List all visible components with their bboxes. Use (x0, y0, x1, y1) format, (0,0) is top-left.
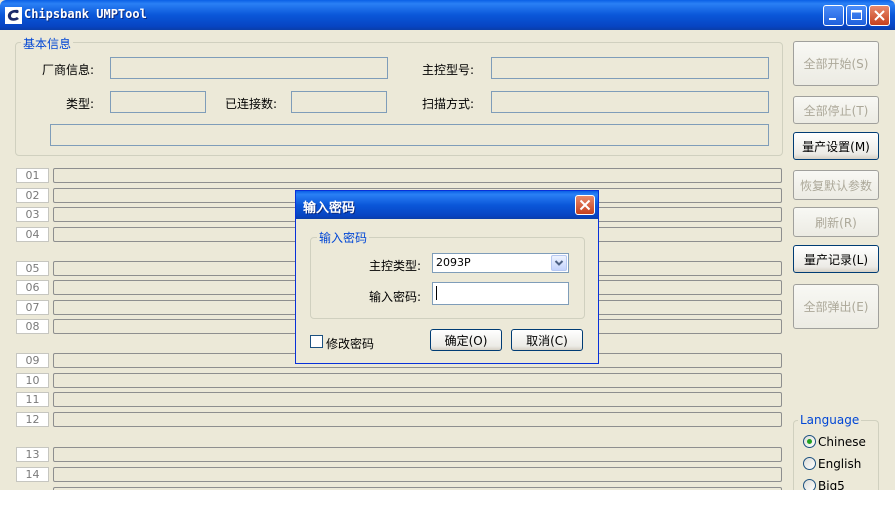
port-number: 11 (16, 392, 49, 407)
port-progress-bar (53, 487, 782, 490)
password-label: 输入密码: (369, 290, 422, 304)
password-group-legend: 输入密码 (317, 229, 370, 246)
dialog-title-bar[interactable]: 输入密码 (296, 191, 598, 219)
port-number: 03 (16, 207, 49, 222)
password-group (310, 237, 585, 319)
port-number: 08 (16, 319, 49, 334)
port-progress-bar (53, 447, 782, 462)
eject-all-button[interactable]: 全部弹出(E) (793, 284, 879, 329)
basic-info-legend: 基本信息 (21, 35, 74, 52)
port-number: 14 (16, 467, 49, 482)
text-cursor (436, 286, 437, 300)
close-icon (579, 199, 591, 211)
port-number: 06 (16, 280, 49, 295)
main-window: Chipsbank UMPTool 基本信息 厂商信息: 主控型号: 类型: 已… (0, 0, 895, 490)
controller-field (491, 57, 769, 79)
port-number: 07 (16, 300, 49, 315)
type-field (110, 91, 206, 113)
vendor-field (110, 57, 388, 79)
password-input[interactable] (432, 282, 569, 305)
maximize-button[interactable] (846, 5, 867, 26)
scan-mode-label: 扫描方式: (422, 97, 475, 111)
stop-all-button[interactable]: 全部停止(T) (793, 96, 879, 124)
controller-label: 主控型号: (422, 63, 475, 77)
port-number: 09 (16, 353, 49, 368)
mp-log-button[interactable]: 量产记录(L) (793, 245, 879, 273)
close-button[interactable] (869, 5, 890, 26)
password-dialog: 输入密码 输入密码 主控类型: 2093P 输入密码: 修改密码 确定(O) 取… (295, 190, 599, 364)
port-number: 13 (16, 447, 49, 462)
dialog-title: 输入密码 (303, 201, 356, 216)
port-progress-bar (53, 412, 782, 427)
language-radio-chinese[interactable] (803, 435, 816, 448)
maximize-icon (851, 10, 862, 20)
chevron-down-icon (554, 260, 564, 266)
mp-settings-button[interactable]: 量产设置(M) (793, 132, 879, 160)
change-password-label: 修改密码 (326, 337, 375, 351)
connected-count-field (291, 91, 387, 113)
port-number: 05 (16, 261, 49, 276)
port-number: 01 (16, 168, 49, 183)
connected-count-label: 已连接数: (225, 97, 278, 111)
close-icon (874, 10, 885, 21)
port-progress-bar (53, 168, 782, 183)
language-radio-big5[interactable] (803, 479, 816, 490)
port-progress-bar (53, 373, 782, 388)
start-all-button[interactable]: 全部开始(S) (793, 41, 879, 86)
dropdown-button[interactable] (551, 255, 567, 271)
restore-defaults-button[interactable]: 恢复默认参数 (793, 170, 879, 200)
refresh-button[interactable]: 刷新(R) (793, 207, 879, 237)
window-title: Chipsbank UMPTool (24, 7, 147, 21)
port-number: 02 (16, 188, 49, 203)
type-label: 类型: (66, 97, 95, 111)
ok-button[interactable]: 确定(O) (430, 329, 502, 351)
port-number: 12 (16, 412, 49, 427)
port-number: 04 (16, 227, 49, 242)
language-option-chinese: Chinese (818, 435, 866, 449)
language-option-english: English (818, 457, 862, 471)
minimize-icon (829, 18, 836, 20)
dialog-close-button[interactable] (575, 195, 595, 215)
title-bar[interactable]: Chipsbank UMPTool (0, 0, 895, 30)
scan-mode-field (491, 91, 769, 113)
controller-type-value: 2093P (436, 256, 471, 269)
controller-type-label: 主控类型: (369, 259, 422, 273)
vendor-label: 厂商信息: (42, 63, 95, 77)
port-progress-bar (53, 467, 782, 482)
port-progress-bar (53, 392, 782, 407)
status-field (50, 124, 769, 146)
language-option-big5: Big5 (818, 479, 845, 490)
chipsbank-logo-icon (5, 7, 22, 24)
port-number: 10 (16, 373, 49, 388)
change-password-checkbox[interactable] (310, 335, 323, 348)
cancel-button[interactable]: 取消(C) (511, 329, 583, 351)
language-radio-english[interactable] (803, 457, 816, 470)
controller-type-select[interactable]: 2093P (432, 253, 569, 273)
language-legend: Language (798, 413, 862, 427)
minimize-button[interactable] (823, 5, 844, 26)
